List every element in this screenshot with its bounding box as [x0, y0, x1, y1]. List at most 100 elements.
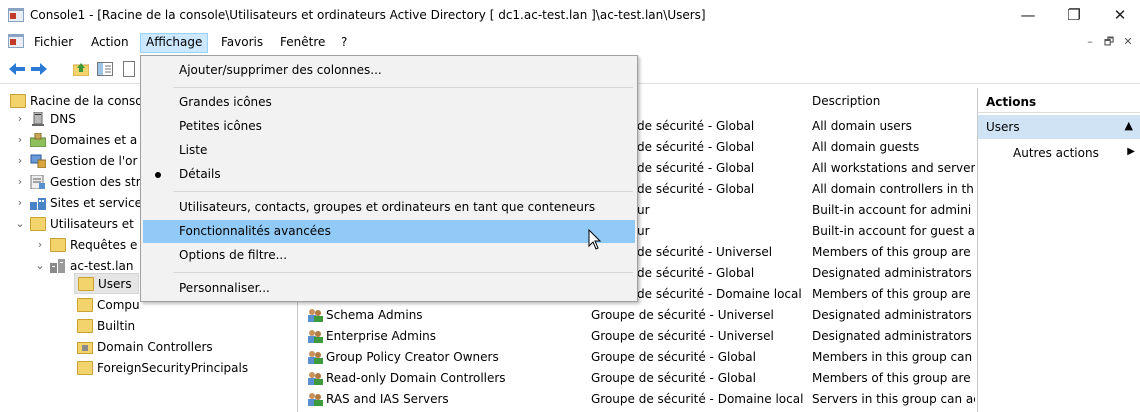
actions-pane: Actions Users ▲ Autres actions ▶ — [977, 88, 1140, 412]
table-row[interactable]: Read-only Domain Controllers Groupe de s… — [299, 368, 975, 389]
cell-description: Members of this group are — [812, 287, 971, 301]
up-folder-icon[interactable] — [72, 60, 90, 78]
mdi-close-button[interactable]: ✕ — [1120, 34, 1136, 50]
mdi-minimize-button[interactable]: – — [1082, 34, 1098, 50]
tree-node-foreign-security-principals[interactable]: ForeignSecurityPrincipals — [77, 357, 248, 378]
folder-icon — [77, 360, 93, 375]
expand-chevron-icon[interactable]: › — [14, 112, 26, 125]
group-icon — [307, 329, 323, 343]
menu-action[interactable]: Action — [86, 33, 134, 53]
menu-item-small-icons[interactable]: Petites icônes — [143, 115, 635, 138]
tree-node-builtin[interactable]: Builtin — [77, 315, 135, 336]
submenu-arrow-icon: ▶ — [1127, 146, 1135, 157]
domains-icon — [29, 132, 47, 147]
menu-item-list[interactable]: Liste — [143, 139, 635, 162]
menu-item-label: Ajouter/supprimer des colonnes... — [179, 63, 382, 77]
cell-description: Members of this group are — [812, 371, 971, 385]
tree-node-gpo-mgmt[interactable]: › Gestion des str — [14, 171, 141, 192]
show-hide-tree-icon[interactable] — [96, 60, 114, 78]
menu-fichier[interactable]: Fichier — [29, 33, 78, 53]
menu-item-add-remove-columns[interactable]: Ajouter/supprimer des colonnes... — [143, 59, 635, 82]
minimize-button[interactable]: — — [1005, 0, 1051, 30]
expand-chevron-icon[interactable]: › — [34, 238, 46, 251]
tree-node-users[interactable]: Users — [74, 273, 139, 294]
tree-node-sites[interactable]: › Sites et service — [14, 192, 142, 213]
column-header-description[interactable]: Description — [812, 94, 880, 108]
tree-node-label: Racine de la conso — [30, 93, 143, 108]
cell-name: Schema Admins — [326, 308, 423, 322]
cell-description: Built-in account for admini — [812, 203, 972, 217]
tree-node-label: ForeignSecurityPrincipals — [97, 360, 249, 375]
tree-node-domains[interactable]: › Domaines et a — [14, 129, 137, 150]
menu-item-large-icons[interactable]: Grandes icônes — [143, 91, 635, 114]
menu-affichage[interactable]: Affichage — [140, 33, 209, 53]
expand-chevron-icon[interactable]: › — [14, 196, 26, 209]
menu-item-label: Utilisateurs, contacts, groupes et ordin… — [179, 200, 596, 214]
menu-item-customize[interactable]: Personnaliser... — [143, 277, 635, 300]
cell-description: Designated administrators — [812, 308, 972, 322]
cell-description: Built-in account for guest a — [812, 224, 975, 238]
cell-type: de sécurité - Domaine local — [637, 287, 802, 301]
tree-node-org-mgmt[interactable]: › Gestion de l'or — [14, 150, 137, 171]
cell-description: Members in this group can — [812, 350, 973, 364]
tree-node-label: Builtin — [97, 318, 136, 333]
affichage-dropdown-menu: Ajouter/supprimer des colonnes... Grande… — [140, 55, 638, 302]
actions-header: Actions — [978, 91, 1140, 113]
tree-node-label: Domain Controllers — [97, 339, 213, 354]
tree-node-label: ac-test.lan — [70, 258, 134, 273]
expand-chevron-icon[interactable]: › — [14, 154, 26, 167]
table-row[interactable]: RAS and IAS Servers Groupe de sécurité -… — [299, 389, 975, 410]
tree-node-label: DNS — [50, 111, 76, 126]
cell-type: de sécurité - Global — [637, 119, 755, 133]
cell-type: de sécurité - Global — [637, 140, 755, 154]
mouse-pointer-icon — [588, 228, 602, 254]
cell-description: All domain controllers in th — [812, 182, 974, 196]
expand-chevron-icon[interactable]: › — [14, 133, 26, 146]
properties-icon[interactable] — [120, 60, 138, 78]
menu-item-advanced-features[interactable]: Fonctionnalités avancées — [143, 220, 635, 243]
actions-section-label: Users — [986, 120, 1020, 134]
tree-node-saved-queries[interactable]: › Requêtes e — [34, 234, 137, 255]
cell-description: Servers in this group can ac — [812, 392, 975, 406]
back-arrow-icon[interactable] — [8, 60, 26, 78]
mdi-child-icon[interactable] — [8, 34, 24, 51]
cell-type: ur — [637, 203, 650, 217]
actions-section-users[interactable]: Users ▲ — [978, 115, 1140, 139]
collapse-up-icon[interactable]: ▲ — [1125, 119, 1133, 132]
tree-node-label: Requêtes e — [70, 237, 138, 252]
menu-item-containers[interactable]: Utilisateurs, contacts, groupes et ordin… — [143, 196, 635, 219]
tree-node-domain-controllers[interactable]: Domain Controllers — [77, 336, 213, 357]
table-row[interactable]: Schema Admins Groupe de sécurité - Unive… — [299, 305, 975, 326]
close-button[interactable]: ✕ — [1097, 0, 1140, 30]
menu-help[interactable]: ? — [336, 33, 352, 53]
tree-node-computers[interactable]: Compu — [77, 294, 140, 315]
table-row[interactable]: Group Policy Creator Owners Groupe de sé… — [299, 347, 975, 368]
group-icon — [307, 371, 323, 385]
ou-icon — [77, 340, 93, 354]
tree-node-aduc[interactable]: ⌄ Utilisateurs et — [14, 213, 134, 234]
collapse-chevron-icon[interactable]: ⌄ — [14, 217, 26, 230]
tree-node-dns[interactable]: › DNS — [14, 108, 76, 129]
cell-description: Members of this group are — [812, 245, 971, 259]
collapse-chevron-icon[interactable]: ⌄ — [34, 259, 46, 272]
table-row[interactable]: Enterprise Admins Groupe de sécurité - U… — [299, 326, 975, 347]
cell-type: de sécurité - Global — [637, 182, 755, 196]
menu-favoris[interactable]: Favoris — [216, 33, 268, 53]
expand-chevron-icon[interactable]: › — [14, 175, 26, 188]
cell-description: Designated administrators — [812, 266, 972, 280]
menu-fenetre[interactable]: Fenêtre — [275, 33, 330, 53]
menu-item-details[interactable]: Détails — [143, 163, 635, 186]
maximize-button[interactable]: ❐ — [1051, 0, 1097, 30]
cell-type: de sécurité - Global — [637, 161, 755, 175]
cell-type: de sécurité - Global — [637, 266, 755, 280]
menu-separator — [173, 272, 633, 273]
radio-checked-icon — [155, 172, 161, 178]
autres-actions-item[interactable]: Autres actions ▶ — [1013, 146, 1139, 160]
mmc-app-icon — [8, 8, 24, 25]
menu-item-filter-options[interactable]: Options de filtre... — [143, 244, 635, 267]
aduc-icon — [30, 216, 46, 231]
tree-node-label: Gestion de l'or — [50, 153, 138, 168]
forward-arrow-icon[interactable] — [30, 60, 48, 78]
dns-icon — [30, 111, 46, 126]
mdi-restore-button[interactable]: 🗗 — [1101, 34, 1117, 50]
